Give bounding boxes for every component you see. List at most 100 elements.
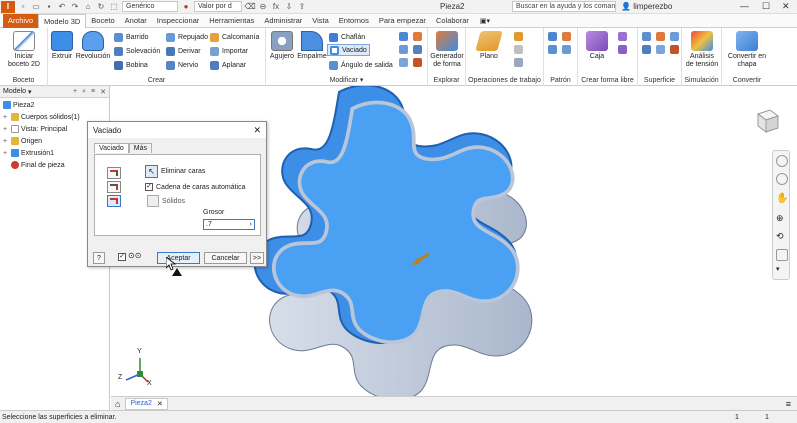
extrude-button[interactable]: Extruir — [50, 31, 74, 61]
tab-herramientas[interactable]: Herramientas — [204, 14, 259, 28]
expand-icon[interactable]: + — [3, 114, 10, 121]
revolve-button[interactable]: Revolución — [76, 31, 110, 61]
freeform-box-button[interactable]: Caja — [586, 31, 608, 61]
cancel-button[interactable]: Cancelar — [204, 252, 247, 264]
tab-mas[interactable]: Más — [128, 143, 153, 153]
trim-icon[interactable] — [642, 45, 651, 54]
export-icon[interactable]: ⇩ — [284, 2, 294, 12]
split-icon[interactable] — [399, 32, 408, 41]
full-navigation-icon[interactable] — [776, 173, 788, 185]
help-button[interactable]: ? — [93, 252, 105, 264]
help-search-input[interactable]: Buscar en la ayuda y los comand — [512, 1, 616, 12]
expand-icon[interactable]: + — [3, 150, 10, 157]
browser-close-icon[interactable]: ✕ — [100, 88, 106, 96]
axis-icon[interactable] — [514, 32, 523, 41]
clear-icon[interactable]: ⌫ — [244, 2, 255, 12]
stitch-icon[interactable] — [642, 32, 651, 41]
replace-face-icon[interactable] — [399, 58, 408, 67]
browser-menu-icon[interactable]: ▾ — [28, 88, 32, 96]
import-button[interactable]: Importar — [210, 45, 248, 57]
undo-icon[interactable]: ↶ — [57, 2, 67, 12]
auto-chain-checkbox-row[interactable]: ✓ Cadena de caras automática — [145, 183, 246, 191]
tab-inspeccionar[interactable]: Inspeccionar — [152, 14, 205, 28]
expand-icon[interactable]: + — [3, 126, 10, 133]
sculpt-icon[interactable] — [656, 32, 665, 41]
home-icon[interactable]: ⌂ — [83, 2, 93, 12]
ucs-icon[interactable] — [514, 58, 523, 67]
combine-icon[interactable] — [399, 45, 408, 54]
decal-button[interactable]: Calcomanía — [210, 31, 259, 43]
tab-list-icon[interactable]: ≡ — [786, 399, 791, 409]
steering-wheel-icon[interactable] — [776, 155, 788, 167]
add-panel-icon[interactable]: + — [73, 88, 77, 96]
close-window-icon[interactable]: ✕ — [782, 1, 790, 12]
user-account[interactable]: 👤 limperezbo — [621, 2, 672, 11]
tab-boceto[interactable]: Boceto — [86, 14, 119, 28]
remove-faces-selector[interactable]: ↖ Eliminar caras — [145, 165, 205, 178]
select-icon[interactable]: ⬚ — [109, 2, 119, 12]
home-tab-icon[interactable]: ⌂ — [115, 399, 120, 409]
orbit-icon[interactable]: ⟲ — [776, 231, 788, 243]
ruled-surface-icon[interactable] — [670, 45, 679, 54]
plane-button[interactable]: Plano — [475, 31, 503, 61]
tree-item-view[interactable]: + Vista: Principal — [3, 125, 67, 133]
tab-colaborar[interactable]: Colaborar — [431, 14, 474, 28]
minimize-icon[interactable]: — — [740, 1, 749, 11]
shell-button[interactable]: Vaciado — [327, 44, 370, 56]
tree-item-origin[interactable]: + Origen — [3, 137, 42, 145]
save-icon[interactable]: ▪ — [44, 2, 54, 12]
hole-button[interactable]: Agujero — [268, 31, 296, 61]
measure-icon[interactable]: ⊖ — [258, 2, 268, 12]
point-icon[interactable] — [514, 45, 523, 54]
viewcube[interactable] — [752, 106, 780, 134]
document-tab-pieza2[interactable]: Pieza2 ✕ — [125, 397, 168, 410]
convert-sheet-metal-button[interactable]: Convertir en chapa — [724, 31, 770, 69]
freeform-cylinder-icon[interactable] — [618, 45, 627, 54]
stress-analysis-button[interactable]: Análisis de tensión — [684, 31, 720, 69]
rib-button[interactable]: Nervio — [166, 59, 198, 71]
rect-pattern-icon[interactable] — [548, 32, 557, 41]
thickness-dropdown-icon[interactable]: › — [250, 221, 252, 228]
dialog-title-bar[interactable]: Vaciado ✕ — [88, 122, 266, 138]
more-button[interactable]: >> — [250, 252, 264, 264]
look-at-icon[interactable] — [776, 249, 788, 261]
tab-vista[interactable]: Vista — [307, 14, 334, 28]
tree-item-end-of-part[interactable]: Final de pieza — [11, 161, 65, 169]
emboss-button[interactable]: Repujado — [166, 31, 208, 43]
tree-item-extrusion[interactable]: + Extrusión1 — [3, 149, 54, 157]
tab-anotar[interactable]: Anotar — [120, 14, 152, 28]
draft-button[interactable]: Ángulo de salida — [329, 59, 393, 71]
tab-para-empezar[interactable]: Para empezar — [374, 14, 431, 28]
mirror-icon[interactable] — [562, 45, 571, 54]
browser-search-icon[interactable]: ⌕ — [82, 88, 86, 96]
auto-chain-checkbox[interactable]: ✓ — [145, 183, 153, 191]
direct-edit-icon[interactable] — [413, 32, 422, 41]
solids-selector[interactable]: Sólidos — [147, 195, 185, 207]
fillet-button[interactable]: Empalme — [297, 31, 327, 61]
dialog-close-icon[interactable]: ✕ — [253, 125, 261, 136]
thicken-icon[interactable] — [413, 45, 422, 54]
maximize-icon[interactable]: ☐ — [762, 1, 770, 12]
patch-icon[interactable] — [670, 32, 679, 41]
delete-face-icon[interactable] — [413, 58, 422, 67]
tab-vaciado[interactable]: Vaciado — [94, 143, 129, 153]
extend-icon[interactable] — [656, 45, 665, 54]
direction-outside-button[interactable] — [107, 181, 121, 193]
app-logo[interactable]: I — [1, 0, 15, 13]
tab-administrar[interactable]: Administrar — [259, 14, 307, 28]
freeform-plane-icon[interactable] — [618, 32, 627, 41]
material-select[interactable]: Genérico — [122, 1, 178, 12]
tab-archivo[interactable]: Archivo — [3, 13, 39, 28]
loft-button[interactable]: Solevación — [114, 45, 160, 57]
direction-both-button[interactable] — [107, 195, 121, 207]
open-icon[interactable]: ▭ — [31, 2, 41, 12]
sweep-button[interactable]: Barrido — [114, 31, 149, 43]
fx-icon[interactable]: fx — [271, 2, 281, 12]
start-sketch-button[interactable]: Iniciar boceto 2D — [6, 31, 42, 69]
direction-inside-button[interactable] — [107, 167, 121, 179]
share-icon[interactable]: ⇪ — [297, 2, 307, 12]
tree-item-pieza[interactable]: Pieza2 — [3, 101, 34, 109]
expand-icon[interactable]: + — [3, 138, 10, 145]
redo-icon[interactable]: ↷ — [70, 2, 80, 12]
thickness-input[interactable]: .7 › — [203, 219, 255, 230]
